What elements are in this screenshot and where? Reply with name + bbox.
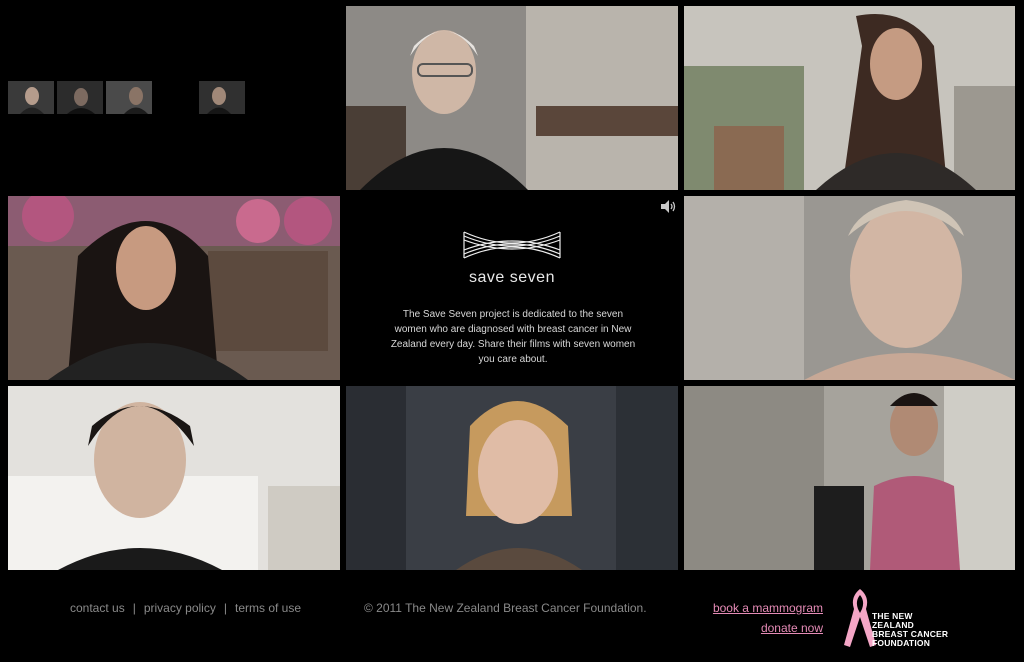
project-info-panel: save seven The Save Seven project is ded… — [346, 196, 678, 380]
speaker-volume-icon[interactable] — [660, 199, 677, 214]
video-tile-woman-glasses[interactable] — [346, 6, 678, 190]
video-thumbnail[interactable] — [57, 81, 103, 114]
video-tile-woman-library[interactable] — [8, 196, 340, 380]
foundation-logo[interactable]: THE NEW ZEALAND BREAST CANCER FOUNDATION — [842, 587, 957, 649]
donate-now-link[interactable]: donate now — [761, 621, 823, 635]
video-thumbnail[interactable] — [106, 81, 152, 114]
project-description: The Save Seven project is dedicated to t… — [390, 309, 636, 365]
privacy-policy-link[interactable]: privacy policy — [144, 601, 216, 615]
video-tile-woman-short-hair[interactable] — [684, 196, 1015, 380]
save-seven-logo — [463, 231, 561, 259]
video-tile-woman-pink-shirt[interactable] — [684, 386, 1015, 570]
copyright-notice: © 2011 The New Zealand Breast Cancer Fou… — [364, 601, 647, 615]
book-mammogram-link[interactable]: book a mammogram — [713, 601, 823, 615]
contact-us-link[interactable]: contact us — [70, 601, 125, 615]
foundation-name: THE NEW ZEALAND BREAST CANCER FOUNDATION — [872, 611, 949, 648]
video-thumbnail[interactable] — [199, 81, 245, 114]
brand-name: save seven — [469, 269, 555, 286]
video-thumbnail[interactable] — [8, 81, 54, 114]
terms-of-use-link[interactable]: terms of use — [235, 601, 301, 615]
video-tile-woman-dark-hair[interactable] — [684, 6, 1015, 190]
footer-nav: contact us | privacy policy | terms of use — [70, 601, 302, 615]
video-tile-woman-asian[interactable] — [8, 386, 340, 570]
video-tile-woman-blonde[interactable] — [346, 386, 678, 570]
